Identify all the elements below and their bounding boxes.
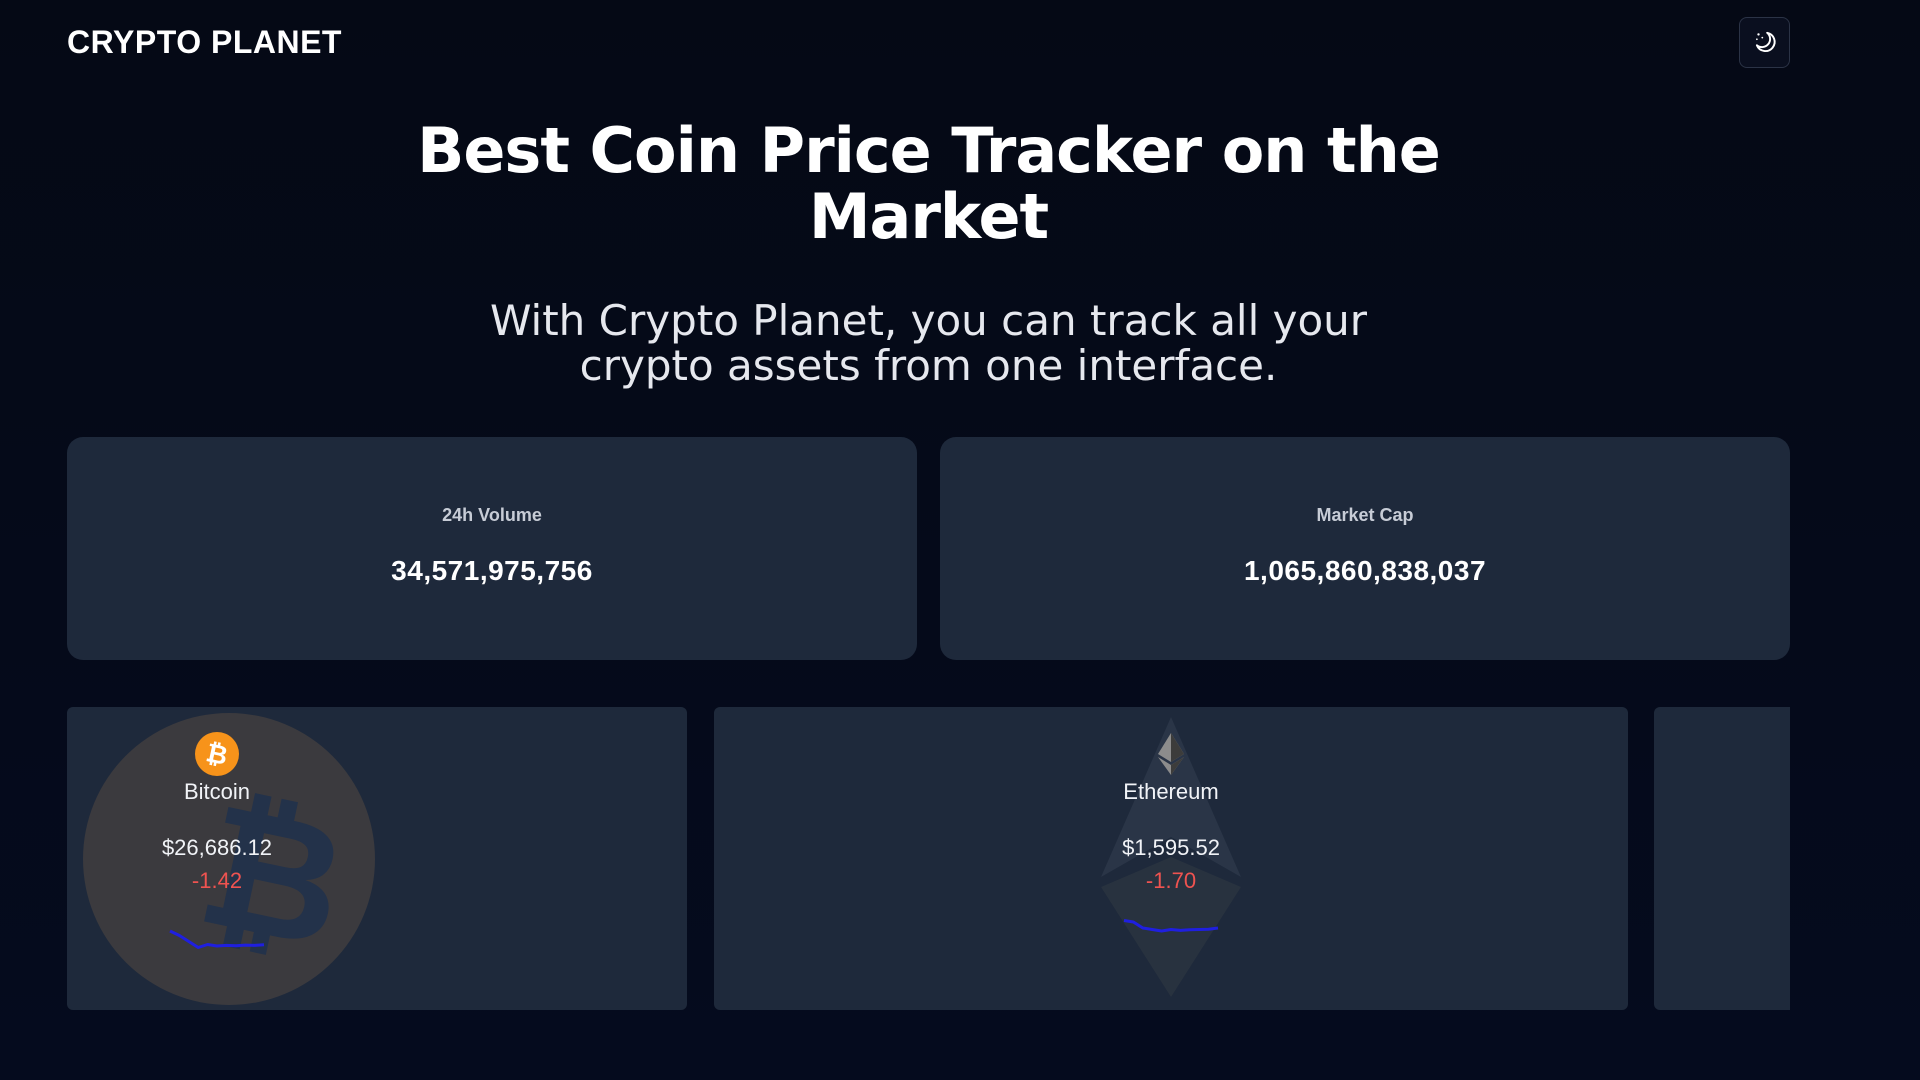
sparkline-path <box>1123 919 1219 933</box>
coin-price: $26,686.12 <box>161 835 273 860</box>
ethereum-logo-icon <box>1158 733 1184 775</box>
coin-change: -1.70 <box>1145 868 1197 893</box>
theme-toggle-button[interactable] <box>1739 16 1790 68</box>
stat-card-market-cap: Market Cap 1,065,860,838,037 <box>940 437 1790 660</box>
coin-name: Ethereum <box>1123 779 1219 804</box>
sparkline-chart <box>169 929 265 949</box>
page: CRYPTO PLANET Best Coin Price Tracker on… <box>0 0 1920 1080</box>
coin-name: Bitcoin <box>183 779 251 804</box>
hero-title: Best Coin Price Tracker on the Market <box>417 114 1441 253</box>
sparkline-path <box>169 929 265 949</box>
hero-subtitle: With Crypto Planet, you can track all yo… <box>489 296 1368 390</box>
brand-logo[interactable]: CRYPTO PLANET <box>67 24 342 61</box>
sparkline-chart <box>1123 919 1219 933</box>
bitcoin-logo-icon: ₿ <box>195 732 239 776</box>
coin-body: Ethereum $1,595.52 -1.70 <box>1021 707 1321 1010</box>
coin-card-ethereum[interactable]: Ethereum $1,595.52 -1.70 <box>714 707 1628 1010</box>
moon-stars-icon <box>1755 31 1776 52</box>
stat-label: 24h Volume <box>442 505 542 525</box>
coin-card-partial[interactable] <box>1654 707 1790 1010</box>
top-bar: CRYPTO PLANET <box>67 0 1790 84</box>
stat-value: 1,065,860,838,037 <box>1243 555 1487 586</box>
coin-card-bitcoin[interactable]: ₿ ₿ Bitcoin $26,686.12 -1.42 <box>67 707 687 1010</box>
stat-value: 34,571,975,756 <box>391 555 593 586</box>
coin-body: ₿ Bitcoin $26,686.12 -1.42 <box>67 707 367 1010</box>
stat-label: Market Cap <box>1316 505 1414 525</box>
stat-card-volume: 24h Volume 34,571,975,756 <box>67 437 917 660</box>
coin-change: -1.42 <box>191 868 243 893</box>
coin-price: $1,595.52 <box>1122 835 1220 860</box>
